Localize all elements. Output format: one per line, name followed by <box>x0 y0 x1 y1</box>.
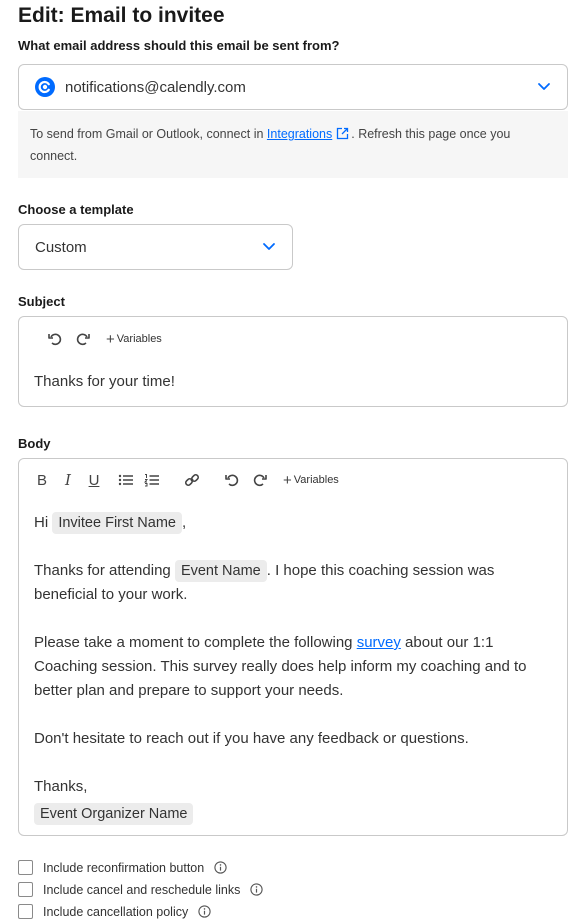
option-reconfirmation-button[interactable]: Include reconfirmation button <box>18 860 227 875</box>
body-signoff-name: Event Organizer Name <box>34 802 559 826</box>
subject-variables-label: Variables <box>116 333 162 345</box>
body-variables-button[interactable]: + Variables <box>283 472 339 489</box>
body-label: Body <box>18 436 51 451</box>
body-paragraph: Thanks for attending Event Name. I hope … <box>34 559 559 607</box>
subject-editor[interactable]: + Variables Thanks for your time! <box>18 316 568 407</box>
redo-icon[interactable] <box>74 330 92 348</box>
info-icon[interactable] <box>250 883 264 896</box>
option-cancel-reschedule-links[interactable]: Include cancel and reschedule links <box>18 882 264 897</box>
subject-variables-button[interactable]: + Variables <box>106 331 162 348</box>
subject-toolbar: + Variables <box>46 330 162 348</box>
option-label: Include cancel and reschedule links <box>43 882 241 897</box>
body-content[interactable]: Hi Invitee First Name, Thanks for attend… <box>34 511 559 826</box>
variable-chip-event-organizer-name[interactable]: Event Organizer Name <box>34 803 194 825</box>
greeting-text: Hi <box>34 514 49 531</box>
option-cancellation-policy[interactable]: Include cancellation policy <box>18 904 211 919</box>
numbered-list-icon[interactable] <box>143 471 161 489</box>
link-icon[interactable] <box>183 471 201 489</box>
template-label: Choose a template <box>18 202 134 217</box>
checkbox[interactable] <box>18 882 33 897</box>
option-label: Include reconfirmation button <box>43 860 205 875</box>
option-label: Include cancellation policy <box>43 904 189 919</box>
sender-note-text: To send from Gmail or Outlook, connect i… <box>30 127 267 141</box>
plus-icon: + <box>106 330 115 348</box>
sender-note: To send from Gmail or Outlook, connect i… <box>18 111 568 178</box>
body-toolbar: B I U + Variables <box>33 471 339 489</box>
template-value: Custom <box>35 238 87 256</box>
variable-chip-event-name[interactable]: Event Name <box>174 560 267 582</box>
body-editor[interactable]: B I U + Variables Hi Invitee First Name,… <box>18 458 568 836</box>
body-variables-label: Variables <box>293 474 339 486</box>
survey-link[interactable]: survey <box>357 634 401 651</box>
underline-icon[interactable]: U <box>85 471 103 489</box>
info-icon[interactable] <box>198 905 211 918</box>
plus-icon: + <box>283 471 292 489</box>
body-paragraph: Please take a moment to complete the fol… <box>34 631 559 703</box>
undo-icon[interactable] <box>46 330 64 348</box>
body-greeting: Hi Invitee First Name, <box>34 511 559 535</box>
subject-label: Subject <box>18 294 65 309</box>
template-select[interactable]: Custom <box>18 224 293 270</box>
integrations-link[interactable]: Integrations <box>267 127 332 141</box>
checkbox[interactable] <box>18 904 33 919</box>
subject-value[interactable]: Thanks for your time! <box>34 373 175 390</box>
redo-icon[interactable] <box>251 471 269 489</box>
chevron-down-icon <box>538 83 550 90</box>
undo-icon[interactable] <box>223 471 241 489</box>
chevron-down-icon <box>263 243 275 250</box>
sender-select[interactable]: notifications@calendly.com <box>18 64 568 110</box>
paragraph-text: Thanks for attending <box>34 562 171 579</box>
bulleted-list-icon[interactable] <box>117 471 135 489</box>
body-signoff: Thanks, <box>34 778 88 795</box>
bold-icon[interactable]: B <box>33 471 51 489</box>
paragraph-text: Please take a moment to complete the fol… <box>34 634 357 651</box>
body-paragraph: Don't hesitate to reach out if you have … <box>34 730 469 747</box>
page-title: Edit: Email to invitee <box>18 4 225 27</box>
variable-chip-invitee-first-name[interactable]: Invitee First Name <box>52 512 182 534</box>
info-icon[interactable] <box>214 861 227 874</box>
checkbox[interactable] <box>18 860 33 875</box>
sender-value: notifications@calendly.com <box>65 78 246 96</box>
calendly-logo-icon <box>35 77 55 97</box>
greeting-comma: , <box>182 514 187 531</box>
sender-label: What email address should this email be … <box>18 38 340 53</box>
italic-icon[interactable]: I <box>59 471 77 489</box>
external-link-icon <box>337 127 349 140</box>
